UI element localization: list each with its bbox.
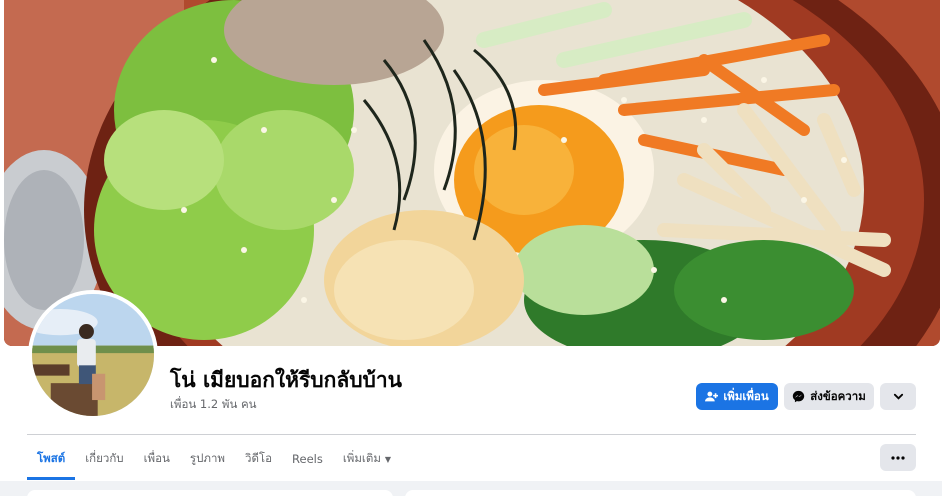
add-friend-label: เพิ่มเพื่อน: [723, 388, 769, 403]
tab-posts[interactable]: โพสต์: [27, 438, 76, 480]
tabs-more-button[interactable]: [880, 444, 916, 471]
tab-label: เพิ่มเติม: [342, 451, 381, 465]
chevron-down-icon: [893, 393, 903, 400]
composer-card: [405, 490, 916, 500]
messenger-icon: [793, 390, 805, 403]
tab-about[interactable]: เกี่ยวกับ: [75, 438, 133, 480]
more-options-button[interactable]: [880, 383, 916, 410]
ellipsis-icon: [891, 455, 905, 460]
message-button[interactable]: ส่งข้อความ: [784, 383, 874, 410]
message-label: ส่งข้อความ: [810, 388, 866, 403]
intro-card: [27, 490, 393, 500]
friend-count[interactable]: เพื่อน 1.2 พัน คน: [170, 396, 257, 414]
tab-reels[interactable]: Reels: [282, 438, 333, 480]
tab-photos[interactable]: รูปภาพ: [180, 438, 235, 480]
tab-label: รูปภาพ: [189, 451, 225, 465]
add-friend-button[interactable]: เพิ่มเพื่อน: [696, 383, 778, 410]
tab-label: โพสต์: [37, 451, 66, 465]
profile-name: โน่ เมียบอกให้รีบกลับบ้าน: [170, 368, 403, 392]
header-divider: [27, 434, 916, 435]
cover-photo[interactable]: [4, 0, 940, 346]
caret-down-icon: ▼: [384, 454, 392, 464]
profile-tabs: โพสต์ เกี่ยวกับ เพื่อน รูปภาพ วิดีโอ Ree…: [27, 438, 401, 480]
tab-more[interactable]: เพิ่มเติม ▼: [333, 438, 401, 480]
tab-label: เกี่ยวกับ: [85, 451, 124, 465]
tab-label: เพื่อน: [143, 451, 170, 465]
tab-label: Reels: [292, 452, 323, 466]
bibimbap-cover-image: [4, 0, 940, 346]
profile-photo-image: [32, 294, 154, 416]
profile-avatar[interactable]: [28, 290, 158, 420]
person-add-icon: [705, 391, 719, 402]
tab-label: วิดีโอ: [245, 451, 273, 465]
tab-videos[interactable]: วิดีโอ: [235, 438, 282, 480]
tab-friends[interactable]: เพื่อน: [134, 438, 180, 480]
